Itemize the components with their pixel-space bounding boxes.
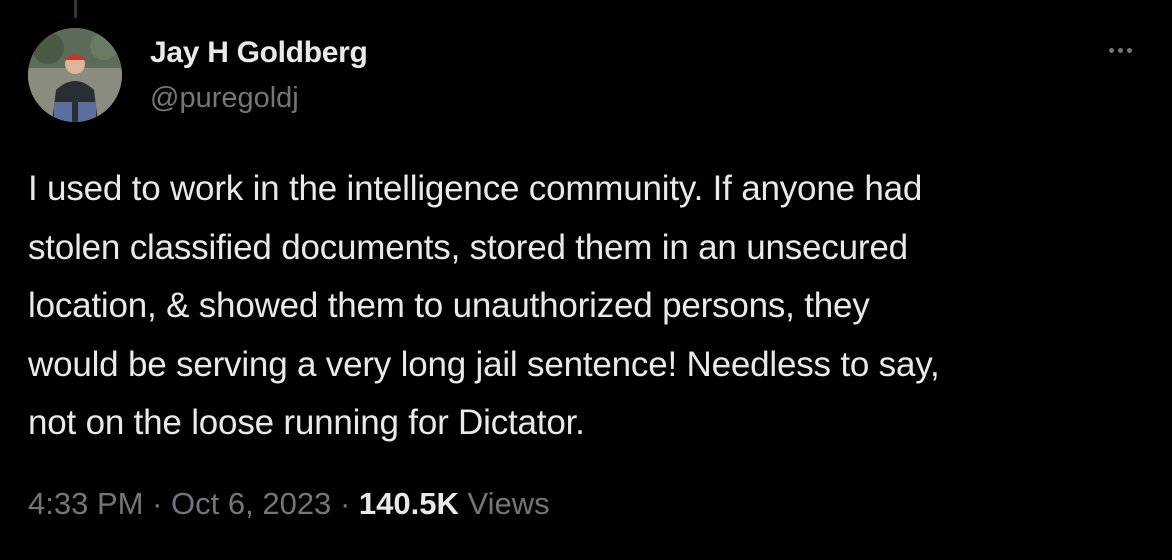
author-handle[interactable]: @puregoldj xyxy=(150,82,299,115)
author-name[interactable]: Jay H Goldberg xyxy=(150,36,368,70)
tweet-time[interactable]: 4:33 PM xyxy=(28,486,143,521)
more-options-icon-dot xyxy=(1126,47,1132,53)
avatar[interactable] xyxy=(28,28,122,122)
tweet-meta: 4:33 PM · Oct 6, 2023 · 140.5K Views xyxy=(28,486,550,522)
tweet-text: I used to work in the intelligence commu… xyxy=(28,169,940,442)
meta-separator: · xyxy=(339,486,351,521)
profile-photo-icon xyxy=(28,28,122,122)
tweet-date[interactable]: Oct 6, 2023 xyxy=(171,486,331,521)
views-count[interactable]: 140.5K xyxy=(359,486,459,521)
meta-separator: · xyxy=(152,486,163,521)
more-options-icon xyxy=(1108,47,1114,53)
views-label: Views xyxy=(467,486,550,521)
thread-connector-line xyxy=(74,0,77,18)
more-options-icon-dot xyxy=(1117,47,1123,53)
more-options-button[interactable] xyxy=(1102,32,1138,68)
